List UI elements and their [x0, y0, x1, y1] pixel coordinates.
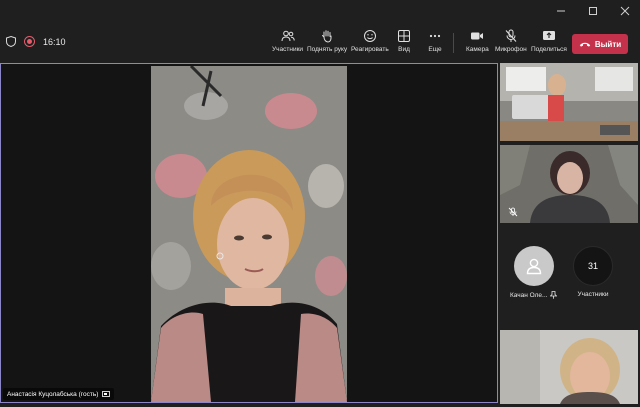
view-button[interactable]: Вид	[397, 29, 411, 57]
participants-count-tile[interactable]: 31 Участники	[573, 246, 613, 298]
participants-count-label: Участники	[577, 291, 608, 298]
grid-icon	[398, 30, 410, 42]
participant-name: Качан Оле...	[510, 291, 548, 299]
participant-avatar-tile[interactable]: Качан Оле...	[510, 246, 558, 299]
avatar-label: Качан Оле...	[510, 291, 558, 299]
shield-icon	[6, 36, 16, 47]
window-controls	[554, 4, 632, 18]
react-button[interactable]: Реагировать	[351, 29, 389, 57]
mic-off-icon	[508, 207, 518, 217]
avatar	[513, 246, 554, 286]
record-icon	[24, 36, 35, 47]
speaker-video	[151, 66, 347, 402]
participant-tile[interactable]	[500, 63, 638, 141]
share-button[interactable]: Поделиться	[531, 29, 567, 57]
raise-hand-button[interactable]: Поднять руку	[307, 29, 347, 57]
participants-label: Участники	[272, 46, 304, 53]
share-icon	[542, 31, 555, 40]
mic-label: Микрофон	[495, 46, 527, 53]
main-stage: Анастасія Куцолабська (гость)	[0, 63, 498, 403]
participant-video	[500, 330, 638, 404]
meeting-timer: 16:10	[43, 36, 66, 47]
view-label: Вид	[398, 46, 410, 53]
more-icon	[429, 34, 441, 38]
more-label: Еще	[428, 46, 442, 53]
toolbar-divider	[453, 33, 454, 53]
pin-icon	[550, 291, 558, 299]
camera-icon	[471, 32, 484, 40]
participant-video	[500, 145, 638, 223]
speaker-name: Анастасія Куцолабська (гость)	[7, 390, 99, 398]
participants-count-circle: 31	[573, 246, 613, 286]
camera-button[interactable]: Камера	[466, 29, 489, 57]
minimize-icon[interactable]	[554, 4, 568, 18]
maximize-icon[interactable]	[586, 4, 600, 18]
hand-icon	[322, 30, 332, 43]
share-screen-icon	[102, 390, 111, 397]
person-icon	[526, 258, 541, 275]
participants-button[interactable]: Участники	[272, 29, 303, 57]
mic-off-icon	[505, 29, 517, 42]
window-titlebar	[0, 0, 640, 22]
smile-icon	[363, 30, 376, 42]
share-label: Поделиться	[531, 46, 567, 53]
meeting-info: 16:10	[6, 36, 66, 47]
participant-tile[interactable]	[500, 145, 638, 223]
meeting-toolbar: 16:10 Участники Поднять руку Реагировать…	[0, 22, 640, 62]
react-label: Реагировать	[351, 46, 389, 53]
participant-video	[500, 63, 638, 141]
raise-hand-label: Поднять руку	[307, 46, 348, 53]
participants-icon	[281, 30, 295, 42]
leave-button[interactable]: Выйти	[572, 34, 628, 54]
mic-button[interactable]: Микрофон	[495, 29, 527, 57]
participants-count: 31	[587, 261, 598, 271]
speaker-name-tag: Анастасія Куцолабська (гость)	[3, 388, 115, 400]
speaker-video-frame	[151, 66, 347, 402]
participant-tile[interactable]	[500, 330, 638, 404]
phone-icon	[579, 42, 591, 47]
leave-label: Выйти	[594, 39, 622, 49]
camera-label: Камера	[466, 46, 489, 53]
participants-count-text: Участники	[577, 291, 609, 298]
close-icon[interactable]	[618, 4, 632, 18]
more-button[interactable]: Еще	[428, 29, 442, 57]
